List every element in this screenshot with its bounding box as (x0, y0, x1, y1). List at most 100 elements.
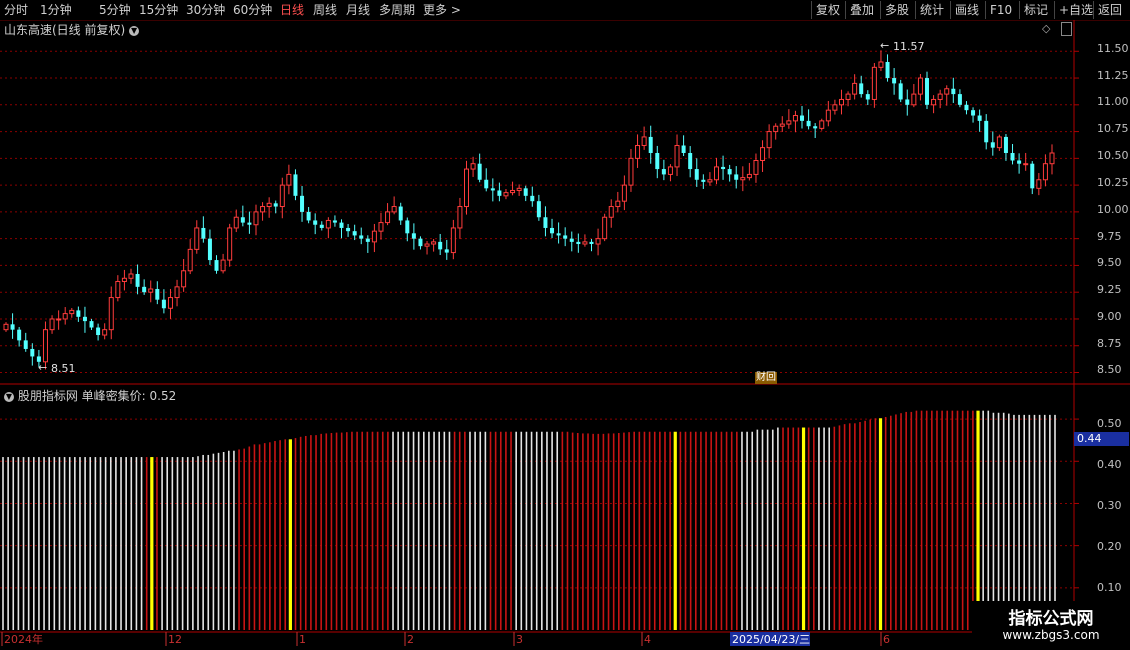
indicator-bar (376, 431, 379, 630)
indicator-bar (438, 431, 440, 630)
indicator-bar (705, 431, 707, 630)
indicator-bar (736, 431, 738, 630)
candle-body-up (608, 206, 614, 218)
indicator-bar (782, 427, 784, 630)
indicator-bar (448, 431, 451, 630)
candle-body-up (931, 98, 937, 106)
candle-body-down (806, 120, 811, 127)
indicator-bar (520, 431, 523, 630)
indicator-bar (900, 413, 902, 630)
indicator-bar (679, 431, 682, 630)
candle-body-down (543, 217, 548, 228)
candle-body-up (371, 230, 377, 243)
candle-body-up (510, 189, 516, 194)
indicator-bar (274, 441, 276, 630)
indicator-bar (551, 431, 553, 630)
time-axis-label: 3 (516, 633, 523, 646)
indicator-bar (120, 457, 122, 630)
candle-body-down (1010, 152, 1015, 161)
candle-body-up (325, 219, 331, 229)
indicator-bar (299, 436, 302, 630)
candle-body-up (878, 61, 884, 68)
candle-body-up (819, 120, 825, 129)
indicator-bar (387, 431, 389, 630)
candle-body-down (813, 126, 818, 129)
candle-body-down (721, 166, 726, 170)
candle-body-down (951, 88, 956, 95)
indicator-bar (325, 433, 328, 630)
indicator-bar (941, 410, 943, 630)
candle-body-up (108, 297, 114, 331)
candle-body-up (838, 98, 844, 106)
candle-body-down (247, 222, 252, 225)
candle-body-down (313, 220, 318, 225)
indicator-bar (417, 431, 420, 630)
candle-body-up (49, 318, 55, 331)
candle-body-down (925, 78, 930, 105)
indicator-bar (320, 433, 322, 630)
candle-body-down (1017, 160, 1022, 164)
candle-body-down (727, 169, 732, 175)
indicator-bar (464, 431, 466, 630)
price-tick: 8.75 (1097, 337, 1122, 350)
candle-body-down (207, 238, 212, 261)
candle-body-up (260, 206, 266, 213)
indicator-bar (976, 410, 980, 630)
candle-body-up (128, 273, 134, 279)
indicator-bar (905, 411, 907, 630)
chart-canvas[interactable]: ← 11.57 ← 8.51 11.50 11.25 11.00 10.75 1… (0, 0, 1130, 650)
indicator-bar (94, 457, 97, 630)
candle-body-down (576, 241, 581, 245)
indicator-bar (12, 457, 15, 630)
candle-body-down (1003, 136, 1008, 153)
indicator-bar (135, 457, 138, 630)
dropdown-circle-icon[interactable]: ▼ (4, 391, 14, 402)
indicator-bar (746, 431, 748, 630)
indicator-bar (648, 431, 651, 630)
indicator-bar (7, 457, 9, 630)
candle-body-down (273, 203, 278, 207)
candle-body-up (753, 159, 759, 175)
indicator-bar (48, 457, 50, 630)
price-tick: 11.00 (1097, 95, 1129, 108)
candle-body-down (990, 142, 995, 148)
indicator-bar (1054, 414, 1056, 630)
indicator-bar (972, 410, 974, 630)
candle-body-down (957, 94, 962, 105)
indicator-bar (777, 427, 779, 630)
indicator-bar (889, 415, 892, 630)
candle-body-up (1042, 163, 1048, 181)
indicator-bar (115, 457, 117, 630)
candle-body-down (418, 238, 423, 247)
indicator-bar (771, 429, 774, 630)
candle-body-down (550, 227, 555, 234)
indicator-bar (397, 431, 399, 630)
indicator-bar (787, 427, 789, 630)
indicator-bar (166, 457, 169, 630)
indicator-bar (807, 427, 810, 630)
indicator-bar (669, 431, 671, 630)
indicator-bar (801, 427, 806, 630)
watermark: 指标公式网 www.zbgs3.com (972, 601, 1130, 650)
indicator-bar (346, 432, 348, 630)
financial-report-icon[interactable]: 财回 (755, 372, 777, 384)
indicator-bar (192, 457, 194, 630)
indicator-bar (176, 457, 179, 630)
indicator-bar (966, 410, 969, 630)
indicator-bar (813, 427, 815, 630)
indicator-bar (818, 427, 820, 630)
candle-body-down (681, 145, 686, 153)
candle-body-down (96, 327, 101, 336)
indicator-bar (1013, 414, 1015, 630)
indicator-bar (469, 431, 471, 630)
indicator-bar (741, 431, 743, 630)
indicator-bar (700, 431, 702, 630)
candle-body-down (30, 348, 35, 357)
candle-body-down (398, 206, 403, 221)
candle-body-up (279, 184, 285, 208)
candle-body-up (773, 125, 779, 133)
price-tick: 9.75 (1097, 230, 1122, 243)
candle-body-down (438, 241, 443, 250)
candle-body-down (365, 238, 370, 242)
candle-body-up (253, 211, 259, 226)
